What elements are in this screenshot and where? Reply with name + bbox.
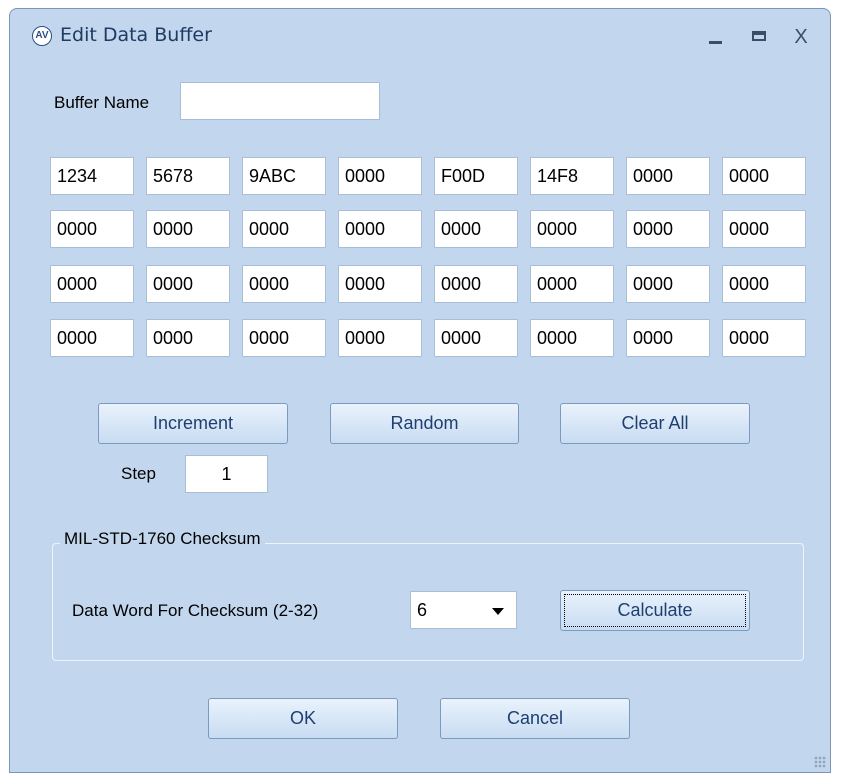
ok-button[interactable]: OK	[208, 698, 398, 739]
data-word-input[interactable]: 0000	[626, 265, 710, 303]
data-word-input[interactable]: 0000	[338, 319, 422, 357]
data-word-input[interactable]: 0000	[530, 319, 614, 357]
title-bar[interactable]: AV Edit Data Buffer X	[10, 9, 830, 49]
data-word-input[interactable]: 0000	[50, 210, 134, 248]
data-word-input[interactable]: 0000	[434, 265, 518, 303]
minimize-icon	[709, 41, 722, 44]
data-word-input[interactable]: 0000	[338, 157, 422, 195]
window-title: Edit Data Buffer	[60, 24, 212, 46]
close-icon: X	[794, 26, 808, 48]
minimize-button[interactable]	[700, 23, 732, 51]
buffer-name-input[interactable]	[180, 82, 380, 120]
data-word-input[interactable]: 0000	[146, 265, 230, 303]
data-word-input[interactable]: 0000	[722, 157, 806, 195]
close-button[interactable]: X	[785, 23, 817, 51]
step-input[interactable]: 1	[185, 455, 268, 493]
data-word-input[interactable]: 0000	[50, 319, 134, 357]
data-word-input[interactable]: 0000	[242, 319, 326, 357]
random-button[interactable]: Random	[330, 403, 519, 444]
data-word-input[interactable]: 14F8	[530, 157, 614, 195]
maximize-button[interactable]	[744, 23, 776, 51]
data-word-input[interactable]: 0000	[242, 210, 326, 248]
edit-data-buffer-window: AV Edit Data Buffer X Buffer Name 1234 56…	[9, 8, 831, 773]
data-word-input[interactable]: 0000	[146, 210, 230, 248]
data-word-input[interactable]: 0000	[626, 319, 710, 357]
maximize-icon	[752, 31, 766, 41]
data-word-input[interactable]: 0000	[626, 157, 710, 195]
data-word-input[interactable]: 1234	[50, 157, 134, 195]
data-word-input[interactable]: 0000	[338, 265, 422, 303]
data-word-input[interactable]: 5678	[146, 157, 230, 195]
increment-button[interactable]: Increment	[98, 403, 288, 444]
checksum-group-title: MIL-STD-1760 Checksum	[60, 529, 265, 549]
resize-grip-icon[interactable]	[814, 756, 826, 768]
checksum-word-label: Data Word For Checksum (2-32)	[72, 601, 319, 620]
data-word-input[interactable]: 0000	[530, 210, 614, 248]
data-word-input[interactable]: 0000	[146, 319, 230, 357]
chevron-down-icon[interactable]	[492, 608, 504, 615]
data-word-input[interactable]: 0000	[50, 265, 134, 303]
step-label: Step	[121, 464, 156, 483]
clear-all-button[interactable]: Clear All	[560, 403, 750, 444]
data-word-input[interactable]: 0000	[722, 210, 806, 248]
data-word-input[interactable]: 0000	[626, 210, 710, 248]
calculate-button[interactable]: Calculate	[560, 590, 750, 631]
checksum-word-select[interactable]: 6	[410, 591, 517, 629]
checksum-word-value: 6	[417, 600, 428, 620]
data-word-input[interactable]: 0000	[434, 210, 518, 248]
data-word-input[interactable]: 0000	[434, 319, 518, 357]
data-word-input[interactable]: 0000	[530, 265, 614, 303]
data-word-input[interactable]: 0000	[722, 265, 806, 303]
buffer-name-label: Buffer Name	[54, 93, 150, 112]
app-icon: AV	[32, 26, 52, 46]
data-word-input[interactable]: 0000	[722, 319, 806, 357]
data-word-input[interactable]: 0000	[338, 210, 422, 248]
data-word-input[interactable]: 0000	[242, 265, 326, 303]
data-word-input[interactable]: 9ABC	[242, 157, 326, 195]
data-word-input[interactable]: F00D	[434, 157, 518, 195]
cancel-button[interactable]: Cancel	[440, 698, 630, 739]
